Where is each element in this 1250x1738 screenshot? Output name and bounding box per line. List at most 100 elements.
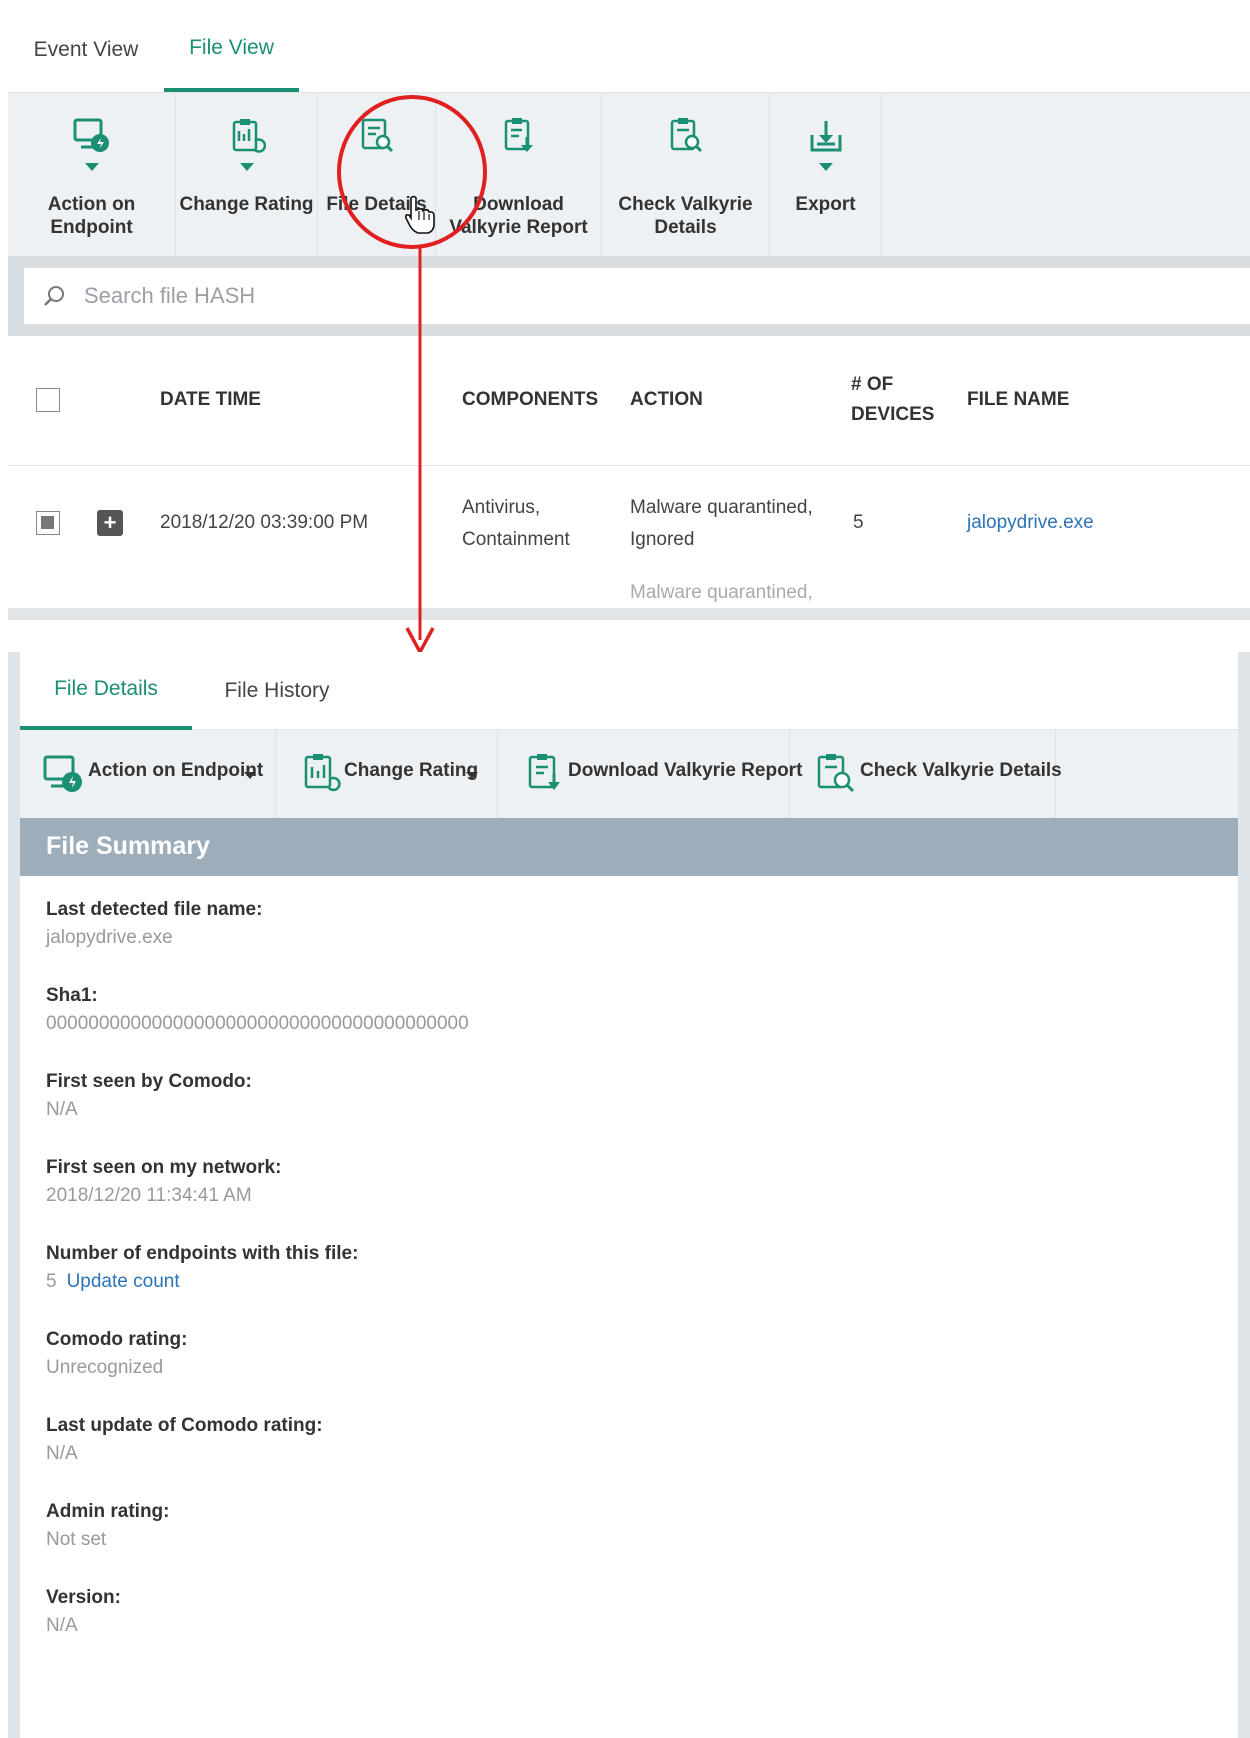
file-details-window: File Details File History Action on Endp… [8,652,1250,1738]
field-endpoints-count: Number of endpoints with this file: 5 Upd… [46,1240,1206,1326]
change-rating-button[interactable]: Change Rating [176,93,318,257]
column-date-time[interactable]: DATE TIME [160,385,261,415]
field-first-seen-comodo: First seen by Comodo: N/A [46,1068,1206,1154]
check-valkyrie-details-label: Check Valkyrie Details [860,760,1062,781]
field-label: Admin rating: [46,1501,170,1522]
file-details-label: File Details [326,194,427,215]
action-on-endpoint-label: Action on Endpoint [88,760,264,781]
table-row[interactable]: + 2018/12/20 03:39:00 PM Antivirus, Cont… [8,466,1250,620]
cell-date-time: 2018/12/20 03:39:00 PM [160,512,369,533]
file-details-button[interactable]: File Details [318,93,436,257]
update-count-link[interactable]: Update count [67,1271,180,1292]
search-box [24,268,1250,324]
chevron-down-icon [84,163,99,171]
field-label: Last detected file name: [46,899,263,920]
monitor-action-icon [43,755,82,792]
field-label: Sha1: [46,985,98,1006]
report-search-icon [817,754,855,793]
select-all-checkbox[interactable] [36,388,60,412]
field-label: First seen by Comodo: [46,1071,252,1092]
torn-edge-divider [8,608,1250,620]
export-icon [810,121,841,152]
download-valkyrie-report-button[interactable]: Download Valkyrie Report [436,93,602,257]
clipboard-rating-icon [232,119,266,153]
report-download-icon [504,118,533,152]
table-header: DATE TIME COMPONENTS ACTION # OF DEVICES… [8,336,1250,466]
field-version: Version: N/A [46,1584,1206,1670]
field-value: Unrecognized [46,1357,164,1378]
field-comodo-rating: Comodo rating: Unrecognized [46,1326,1206,1412]
tab-event-view[interactable]: Event View [8,8,164,92]
file-summary-fields: Last detected file name: jalopydrive.exe… [46,896,1206,1670]
report-download-icon [528,754,560,790]
file-details-toolbar: Action on Endpoint Change Rating Downloa… [20,730,1238,818]
report-search-icon [670,118,702,153]
export-button[interactable]: Export [770,93,882,257]
file-details-panel: File Details File History Action on Endp… [20,652,1238,1738]
file-view-toolbar: Action on Endpoint Change Rating File De… [8,92,1250,257]
search-input[interactable] [84,278,684,314]
column-action[interactable]: ACTION [630,385,703,415]
field-label: Comodo rating: [46,1329,188,1350]
download-valkyrie-report-label: Download Valkyrie Report [449,194,588,238]
expand-row-icon[interactable]: + [97,510,123,536]
check-valkyrie-details-label: Check Valkyrie Details [618,194,753,238]
chevron-down-icon [818,163,833,171]
field-value: jalopydrive.exe [46,927,173,948]
field-value: N/A [46,1615,78,1636]
action-on-endpoint-button[interactable]: Action on Endpoint [8,93,176,257]
field-last-detected: Last detected file name: jalopydrive.exe [46,896,1206,982]
action-on-endpoint-label: Action on Endpoint [47,194,136,238]
tab-file-details[interactable]: File Details [20,652,192,730]
row-checkbox[interactable] [36,511,60,535]
change-rating-button[interactable]: Change Rating [276,730,498,818]
action-on-endpoint-button[interactable]: Action on Endpoint [20,730,276,818]
file-search-icon [361,118,393,153]
search-band [8,256,1250,336]
tab-file-view[interactable]: File View [164,8,299,92]
field-value: 5 Update count [46,1268,1206,1296]
export-label: Export [795,194,856,215]
field-value: 0000000000000000000000000000000000000000 [46,1013,469,1034]
change-rating-label: Change Rating [179,194,314,215]
field-value: 2018/12/20 11:34:41 AM [46,1185,252,1206]
file-view-panel: Event View File View Action on Endpoint [8,8,1250,620]
top-tab-bar: Event View File View [8,8,1250,92]
details-tab-bar: File Details File History [20,652,1238,730]
field-value: N/A [46,1099,78,1120]
cell-devices: 5 [853,512,864,533]
search-icon [44,286,64,306]
clipboard-rating-icon [304,754,341,792]
check-valkyrie-details-button[interactable]: Check Valkyrie Details [790,730,1062,818]
tab-file-history[interactable]: File History [192,652,362,730]
monitor-action-icon [73,118,109,152]
field-value: Not set [46,1529,107,1550]
chevron-down-icon [244,772,256,779]
cell-action: Malware quarantined, Ignored [630,497,813,550]
field-first-seen-network: First seen on my network: 2018/12/20 11:… [46,1154,1206,1240]
field-last-update-rating: Last update of Comodo rating: N/A [46,1412,1206,1498]
field-label: Version: [46,1587,121,1608]
endpoints-count-value: 5 [46,1271,57,1292]
cell-components: Antivirus, Containment [462,497,570,550]
download-valkyrie-report-label: Download Valkyrie Report [568,760,803,781]
field-label: Last update of Comodo rating: [46,1415,323,1436]
change-rating-label: Change Rating [344,760,479,781]
field-value: N/A [46,1443,78,1464]
download-valkyrie-report-button[interactable]: Download Valkyrie Report [498,730,802,818]
chevron-down-icon [239,163,254,171]
field-label: Number of endpoints with this file: [46,1243,359,1264]
field-admin-rating: Admin rating: Not set [46,1498,1206,1584]
chevron-down-icon [466,772,478,779]
column-components[interactable]: COMPONENTS [462,385,598,415]
field-label: First seen on my network: [46,1157,282,1178]
annotation-arrow-head [405,627,435,656]
column-devices[interactable]: # OF DEVICES [851,370,934,430]
file-summary-header: File Summary [20,818,1238,876]
field-sha1: Sha1: 0000000000000000000000000000000000… [46,982,1206,1068]
next-row-action-partial: Malware quarantined, [630,582,813,603]
file-summary-title: File Summary [46,832,210,860]
check-valkyrie-details-button[interactable]: Check Valkyrie Details [602,93,770,257]
cell-file-name-link[interactable]: jalopydrive.exe [967,507,1094,539]
column-file-name[interactable]: FILE NAME [967,385,1069,415]
